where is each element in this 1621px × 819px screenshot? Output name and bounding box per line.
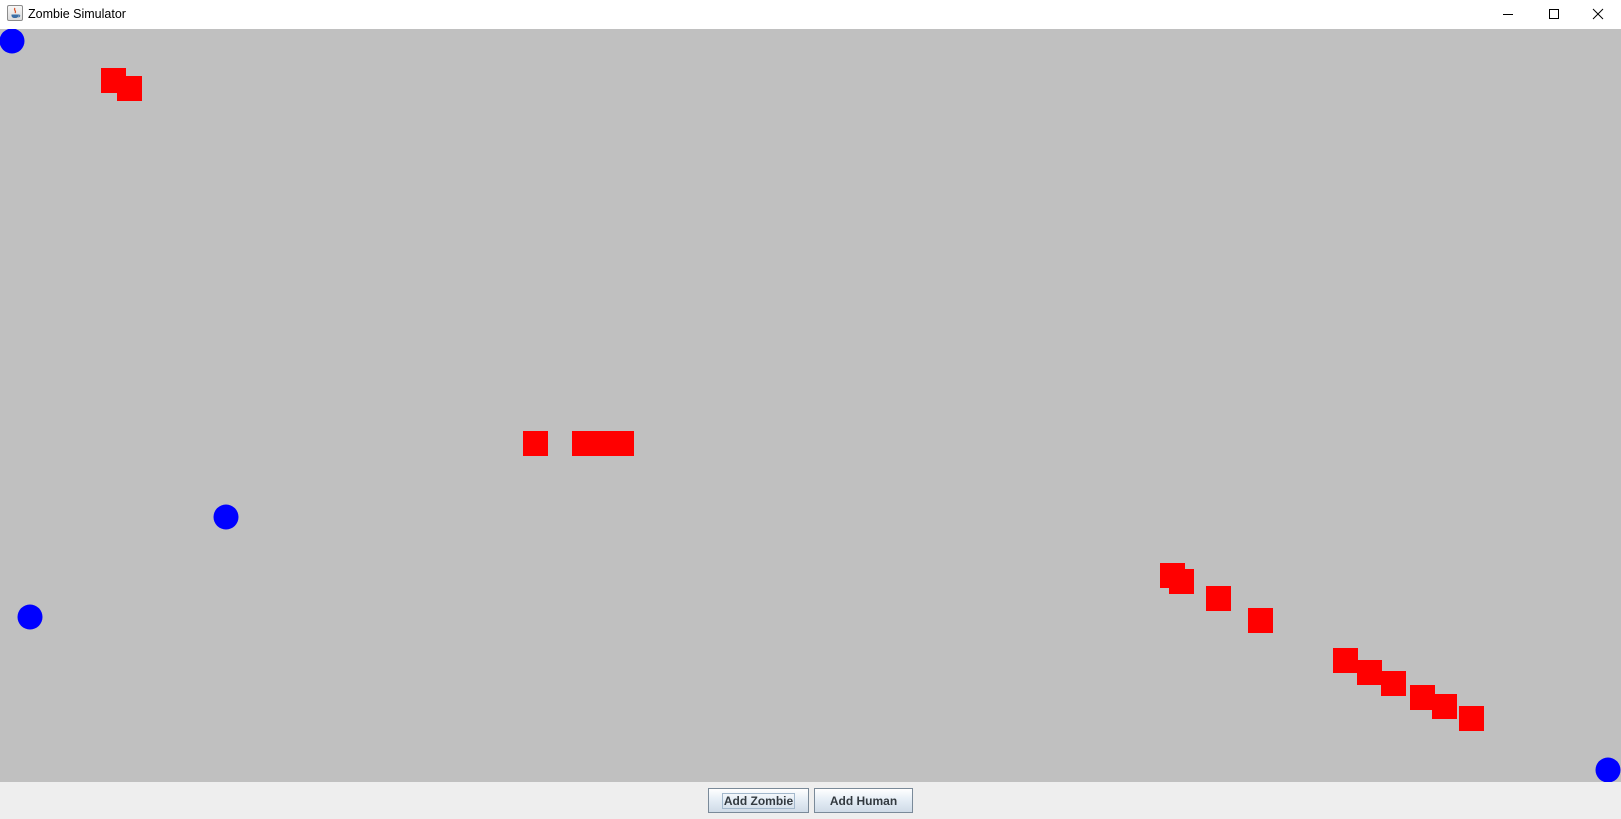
zombie-square xyxy=(523,431,548,456)
zombie-square xyxy=(572,431,597,456)
zombie-square xyxy=(1459,706,1484,731)
human-circle xyxy=(17,604,43,630)
app-window: Zombie Simulator Add Zombie Add Human xyxy=(0,0,1621,819)
close-button[interactable] xyxy=(1575,0,1621,28)
zombie-square xyxy=(1357,660,1382,685)
title-bar[interactable]: Zombie Simulator xyxy=(0,0,1621,28)
maximize-icon xyxy=(1549,9,1559,19)
add-zombie-label: Add Zombie xyxy=(721,792,796,809)
human-circle xyxy=(213,504,239,530)
zombie-square xyxy=(1169,569,1194,594)
add-zombie-button[interactable]: Add Zombie xyxy=(708,788,809,813)
maximize-button[interactable] xyxy=(1531,0,1577,28)
zombie-square xyxy=(1333,648,1358,673)
java-app-icon xyxy=(7,5,23,21)
add-human-label: Add Human xyxy=(829,793,898,808)
zombie-square xyxy=(1381,671,1406,696)
window-title: Zombie Simulator xyxy=(28,7,126,21)
add-human-button[interactable]: Add Human xyxy=(814,788,913,813)
minimize-button[interactable] xyxy=(1485,0,1531,28)
zombie-square xyxy=(1248,608,1273,633)
zombie-square xyxy=(1410,685,1435,710)
close-icon xyxy=(1592,8,1604,20)
human-circle xyxy=(1595,757,1621,782)
control-panel: Add Zombie Add Human xyxy=(0,782,1621,819)
zombie-square xyxy=(1206,586,1231,611)
zombie-square xyxy=(117,76,142,101)
minimize-icon xyxy=(1503,14,1513,15)
simulation-drawing xyxy=(0,29,1621,782)
human-circle xyxy=(0,29,25,54)
simulation-canvas[interactable] xyxy=(0,29,1621,782)
zombie-square xyxy=(1432,694,1457,719)
zombie-square xyxy=(609,431,634,456)
